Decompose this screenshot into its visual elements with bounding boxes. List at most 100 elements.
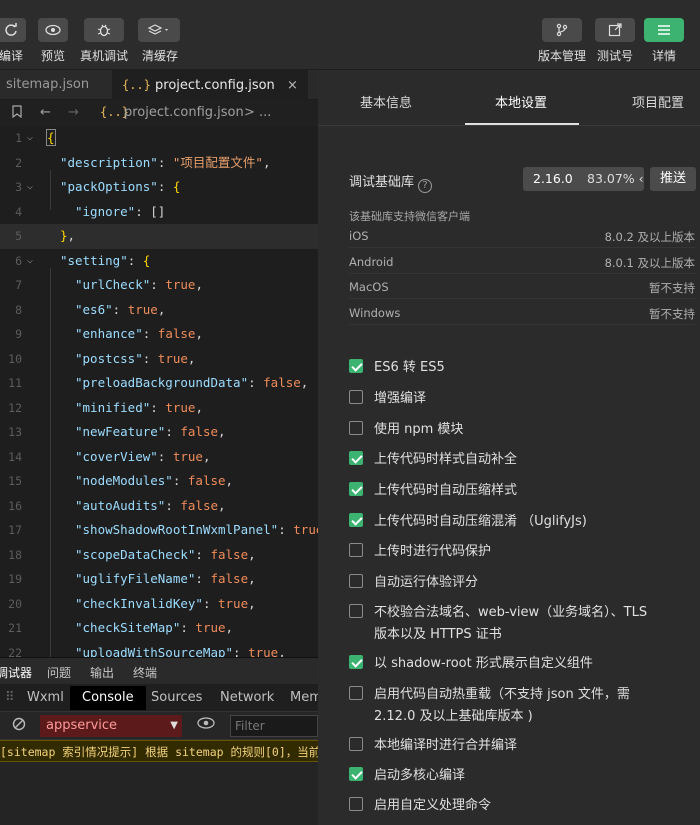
checkbox[interactable] [349,543,363,557]
option-label: 自动运行体验评分 [374,575,479,590]
panel-sources[interactable]: Sources [151,690,202,705]
checkbox[interactable] [349,767,363,781]
code-line: 19 "uglifyFileName": false, [8,571,256,586]
option-label: 不校验合法域名、web-view（业务域名）、TLS 版本以及 HTTPS 证书 [374,605,648,642]
tab-debugger[interactable]: 调试器 [0,664,32,681]
devtools-panels: ⠿ Wxml Console Sources Network Mem [0,684,318,712]
platform-row: MacOS 暂不支持 [349,274,695,299]
option-label: 以 shadow-root 形式展示自定义组件 [374,656,593,671]
tab-problems[interactable]: 问题 [47,664,71,681]
platform-row: Windows 暂不支持 [349,300,695,325]
checkbox[interactable] [349,513,363,527]
console-filter-bar: appservice ▼ Filter [0,712,318,740]
tab-label: sitemap.json [6,77,90,92]
tab-project-config-json[interactable]: {..} project.config.json × [112,70,308,100]
clear-cache-label: 清缓存 [141,49,178,63]
code-line: 8 "es6": true, [15,301,166,317]
close-icon[interactable]: × [287,78,298,93]
devtools-panel: 调试器 问题 输出 终端 ⠿ Wxml Console Sources Netw… [0,657,318,825]
fold-chevron-icon[interactable]: ⌵ [27,175,33,200]
test-account-button[interactable]: 测试号 [595,18,635,64]
code-line: 10 "postcss": true, [8,350,196,366]
checkbox[interactable] [349,390,363,404]
checkbox[interactable] [349,797,363,811]
remote-debug-button[interactable]: 真机调试 [80,18,128,64]
fold-chevron-icon[interactable]: ⌵ [27,126,33,151]
code-line: 11 "preloadBackgroundData": false, [8,375,309,390]
code-editor[interactable]: 1 ⌵ { 2 "description": "项目配置文件", 3 ⌵ "pack… [0,126,318,657]
checkbox[interactable] [349,421,363,435]
details-button[interactable]: 详情 [644,18,684,64]
panel-prev-icon[interactable]: ⠿ [5,690,15,705]
platform-row: iOS 8.0.2 及以上版本 [349,223,695,248]
tab-project-config[interactable]: 项目配置 [632,92,684,111]
code-line: 3 ⌵ "packOptions": { [0,175,318,200]
option-label: 上传代码时自动压缩混淆 （UglifyJs) [374,514,587,529]
bookmark-icon[interactable] [12,105,22,122]
checkbox[interactable] [349,451,363,465]
tab-output[interactable]: 输出 [90,664,114,681]
version-manage-label: 版本管理 [538,49,587,63]
panel-console[interactable]: Console [70,686,146,710]
option-label: 本地编译时进行合并编译 [374,738,518,753]
tab-basic-info[interactable]: 基本信息 [360,92,412,111]
context-select[interactable]: appservice ▼ [40,715,182,737]
version-value: 2.16.0 [533,171,573,186]
code-line: 20 "checkInvalidKey": true, [8,595,256,611]
clear-cache-button[interactable]: 清缓存 [138,18,180,64]
devtools-tabs: 调试器 问题 输出 终端 [0,658,318,684]
support-title: 该基础库支持微信客户端 [349,210,470,223]
version-manage-button[interactable]: 版本管理 [538,18,586,64]
checkbox[interactable] [349,359,363,373]
platform-row: Android 8.0.1 及以上版本 [349,249,695,274]
version-percent: 83.07% ‹ [587,171,644,186]
filter-input[interactable]: Filter [230,715,318,737]
editor-tabs: sitemap.json {..} project.config.json × [0,70,318,100]
details-tabs: 基本信息 本地设置 项目配置 [318,70,700,126]
code-line: 13 "newFeature": false, [8,424,226,439]
preview-label: 预览 [40,49,65,63]
checkbox[interactable] [349,737,363,751]
fold-chevron-icon[interactable]: ⌵ [27,249,33,274]
eye-icon[interactable] [197,717,215,733]
base-lib-label: 调试基础库? [349,171,433,193]
back-arrow-icon[interactable]: ← [40,105,51,120]
forward-arrow-icon[interactable]: → [68,105,79,120]
checkbox[interactable] [349,686,363,700]
platform-name: MacOS [349,280,389,294]
code-line: 22 "uploadWithSourceMap": true, [8,644,286,658]
option-label: 上传代码时样式自动补全 [374,452,518,467]
compile-button[interactable]: 编译 [0,18,26,64]
panel-wxml[interactable]: Wxml [27,690,64,705]
code-line: 18 "scopeDataCheck": false, [8,546,256,562]
code-line: 6 ⌵ "setting": { [0,249,318,274]
bug-icon [84,18,124,42]
checkbox[interactable] [349,655,363,669]
breadcrumb-more[interactable]: > ... [244,105,271,120]
option-label: 启动多核心编译 [374,768,466,783]
breadcrumb-file[interactable]: project.config.json [124,105,244,120]
panel-network[interactable]: Network [220,690,274,705]
compile-label: 编译 [0,49,23,63]
option-label: 上传代码时自动压缩样式 [374,483,518,498]
code-line: 15 "nodeModules": false, [8,473,234,488]
editor-pane: sitemap.json {..} project.config.json × … [0,70,318,825]
checkbox[interactable] [349,482,363,496]
clear-console-icon[interactable] [12,717,26,735]
preview-button[interactable]: 预览 [38,18,68,64]
help-icon[interactable]: ? [418,179,433,193]
tab-local-settings[interactable]: 本地设置 [495,92,547,111]
push-button[interactable]: 推送 [650,167,696,191]
context-value: appservice [46,718,118,733]
details-label: 详情 [651,49,676,63]
platform-version: 暂不支持 [649,281,695,295]
base-lib-version-select[interactable]: 2.16.0 83.07% ‹ [523,167,644,191]
option-label: 启用自定义处理命令 [374,798,492,813]
checkbox[interactable] [349,604,363,618]
tab-sitemap-json[interactable]: sitemap.json [6,70,89,100]
panel-memory[interactable]: Mem [290,690,318,705]
option-label: ES6 转 ES5 [374,360,445,375]
checkbox[interactable] [349,574,363,588]
tab-terminal[interactable]: 终端 [133,664,157,681]
details-pane: 基本信息 本地设置 项目配置 调试基础库? 2.16.0 83.07% ‹ 推送… [318,70,700,825]
